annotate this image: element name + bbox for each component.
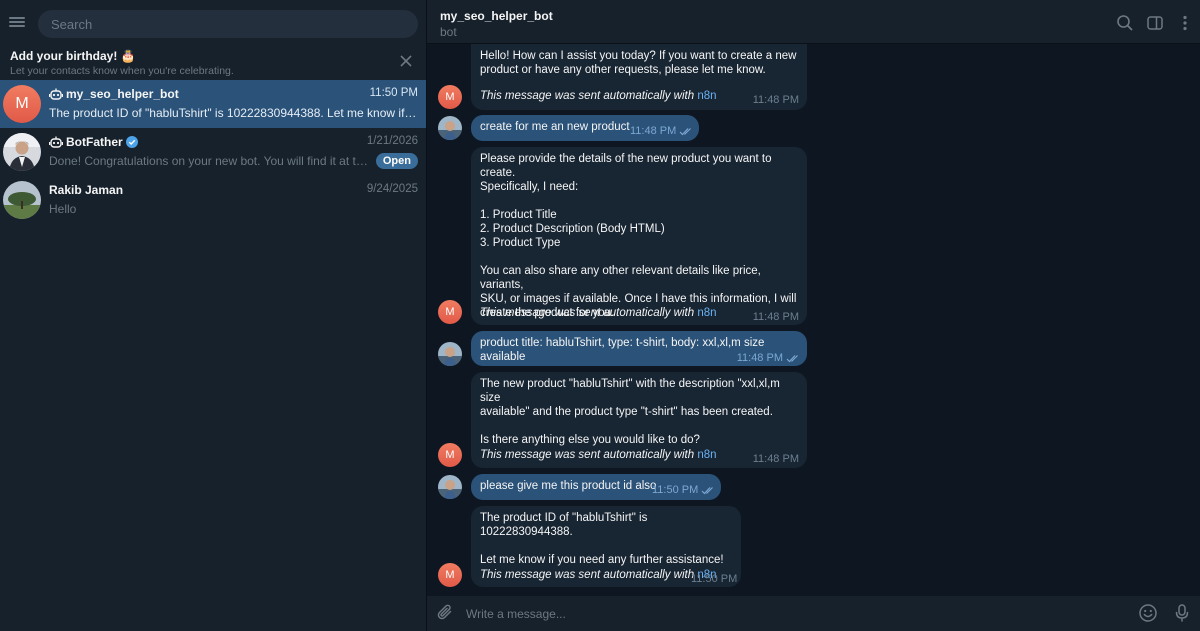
- avatar: M: [3, 85, 41, 123]
- avatar: [438, 342, 462, 366]
- avatar: M: [438, 300, 462, 324]
- message-input[interactable]: [466, 603, 1116, 625]
- search-icon[interactable]: [1116, 14, 1134, 32]
- auto-sent-note: This message was sent automatically with…: [480, 449, 717, 461]
- chat-name-label: my_seo_helper_bot: [66, 87, 179, 101]
- chat-title[interactable]: my_seo_helper_bot: [440, 9, 553, 23]
- message-time: 11:48 PM: [630, 124, 694, 138]
- avatar: [3, 133, 41, 171]
- paperclip-icon[interactable]: [436, 603, 456, 623]
- verified-icon: [125, 136, 138, 148]
- chat-preview: The product ID of "habluTshirt" is 10222…: [49, 106, 419, 120]
- chat-preview: Hello: [49, 202, 77, 216]
- message-time: 11:48 PM: [752, 311, 799, 323]
- message-incoming[interactable]: Please provide the details of the new pr…: [471, 147, 807, 325]
- chat-time: 9/24/2025: [366, 183, 418, 195]
- double-check-icon: [679, 127, 692, 135]
- close-icon[interactable]: [400, 55, 412, 67]
- avatar: [3, 181, 41, 219]
- chat-item-botfather[interactable]: BotFather 1/21/2026 Done! Congratulation…: [0, 128, 426, 176]
- message-time: 11:48 PM: [737, 351, 801, 365]
- sidebar: Add your birthday! 🎂 Let your contacts k…: [0, 0, 427, 631]
- chat-item-my-seo-helper-bot[interactable]: M my_seo_helper_bot 11:50 PM The product…: [0, 80, 426, 128]
- open-button[interactable]: Open: [375, 153, 418, 169]
- chat-name-label: Rakib Jaman: [49, 183, 124, 197]
- chat-header: my_seo_helper_bot bot: [427, 0, 1200, 44]
- bot-icon: [49, 88, 63, 100]
- message-incoming[interactable]: Hello! How can I assist you today? If yo…: [471, 44, 807, 110]
- avatar: M: [438, 85, 462, 109]
- message-time: 11:50 PM: [691, 573, 738, 585]
- avatar: [438, 475, 462, 499]
- emoji-icon[interactable]: [1138, 603, 1158, 623]
- hamburger-icon[interactable]: [9, 14, 25, 30]
- more-vertical-icon[interactable]: [1176, 14, 1194, 32]
- chat-subtitle: bot: [440, 25, 457, 39]
- n8n-link[interactable]: n8n: [697, 307, 716, 319]
- chat-time: 1/21/2026: [366, 135, 418, 147]
- message-outgoing[interactable]: product title: habluTshirt, type: t-shir…: [471, 331, 807, 366]
- chat-name: Rakib Jaman: [49, 183, 123, 197]
- birthday-banner[interactable]: Add your birthday! 🎂 Let your contacts k…: [0, 44, 426, 80]
- sidebar-toggle-icon[interactable]: [1146, 14, 1164, 32]
- message-incoming[interactable]: The new product "habluTshirt" with the d…: [471, 372, 807, 468]
- message-outgoing[interactable]: create for me an new product 11:48 PM: [471, 115, 699, 141]
- birthday-subtitle: Let your contacts know when you're celeb…: [10, 65, 234, 77]
- message-text: Please provide the details of the new pr…: [480, 153, 797, 319]
- double-check-icon: [786, 354, 798, 362]
- message-outgoing[interactable]: please give me this product id also 11:5…: [471, 474, 721, 500]
- chat-preview: Done! Congratulations on your new bot. Y…: [49, 154, 371, 168]
- chat-time: 11:50 PM: [369, 87, 418, 99]
- message-time: 11:48 PM: [752, 453, 799, 465]
- avatar: M: [438, 443, 462, 467]
- message-text: The product ID of "habluTshirt" is 10222…: [480, 512, 724, 566]
- message-text: The new product "habluTshirt" with the d…: [480, 378, 780, 446]
- chat-name-label: BotFather: [66, 135, 123, 149]
- auto-sent-note: This message was sent automatically with…: [480, 307, 717, 319]
- bot-icon: [49, 136, 63, 148]
- auto-sent-note: This message was sent automatically with…: [480, 90, 717, 102]
- birthday-title: Add your birthday! 🎂: [10, 49, 136, 63]
- chat-item-rakib-jaman[interactable]: Rakib Jaman 9/24/2025 Hello: [0, 176, 426, 224]
- n8n-link[interactable]: n8n: [697, 449, 716, 461]
- avatar: [438, 116, 462, 140]
- avatar: M: [438, 563, 462, 587]
- microphone-icon[interactable]: [1172, 603, 1192, 623]
- message-time: 11:48 PM: [752, 94, 799, 106]
- message-text: Hello! How can I assist you today? If yo…: [480, 50, 797, 76]
- message-incoming[interactable]: The product ID of "habluTshirt" is 10222…: [471, 506, 741, 587]
- double-check-icon: [701, 486, 714, 494]
- chat-name: BotFather: [49, 135, 138, 149]
- n8n-link[interactable]: n8n: [697, 90, 716, 102]
- message-time: 11:50 PM: [652, 483, 716, 497]
- auto-sent-note: This message was sent automatically with…: [480, 569, 717, 581]
- search-input[interactable]: [38, 10, 418, 38]
- composer: [427, 596, 1200, 631]
- chat-name: my_seo_helper_bot: [49, 87, 179, 101]
- message-list[interactable]: Hello! How can I assist you today? If yo…: [427, 44, 1200, 596]
